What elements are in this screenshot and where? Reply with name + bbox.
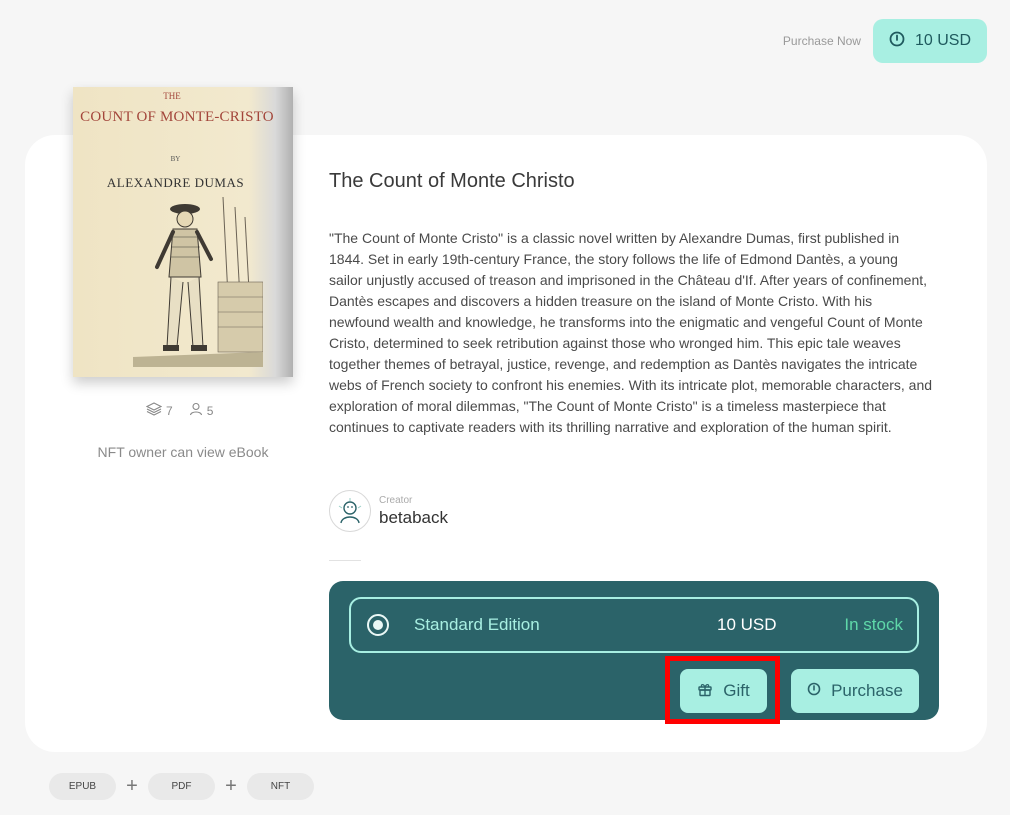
edition-radio[interactable] — [367, 614, 389, 636]
book-title: The Count of Monte Christo — [329, 170, 575, 192]
info-circle-icon — [807, 681, 821, 701]
divider — [329, 560, 361, 561]
format-chip-nft[interactable]: NFT — [247, 773, 314, 800]
gift-label: Gift — [723, 681, 750, 700]
layers-stat: 7 — [145, 402, 173, 419]
gift-icon — [697, 681, 713, 702]
book-cover: THE COUNT OF MONTE-CRISTO BY ALEXANDRE D… — [73, 87, 293, 377]
cover-the-text: THE — [163, 91, 181, 101]
creator-block[interactable]: Creator betaback — [329, 490, 448, 532]
avatar-icon — [338, 498, 362, 524]
format-chip-epub[interactable]: EPUB — [49, 773, 116, 800]
edition-stock: In stock — [844, 615, 903, 634]
layers-icon — [145, 402, 163, 419]
owners-stat: 5 — [189, 402, 214, 419]
creator-text: Creator betaback — [379, 495, 448, 528]
top-price-button[interactable]: 10 USD — [872, 19, 987, 63]
book-stats: 7 5 — [145, 402, 214, 419]
book-description: "The Count of Monte Cristo" is a classic… — [329, 230, 933, 435]
purchase-label: Purchase — [831, 681, 903, 700]
top-price-label: 10 USD — [914, 32, 971, 49]
info-circle-icon — [889, 31, 905, 52]
cover-title-text: COUNT OF MONTE-CRISTO — [80, 109, 274, 125]
creator-name[interactable]: betaback — [379, 508, 448, 528]
edition-panel: Standard Edition 10 USD In stock Gift Pu… — [329, 581, 939, 720]
purchase-button[interactable]: Purchase — [791, 669, 919, 713]
edition-name: Standard Edition — [414, 615, 540, 634]
edition-price: 10 USD — [717, 615, 777, 634]
radio-selected-dot — [373, 620, 383, 630]
purchase-now-label: Purchase Now — [782, 34, 861, 48]
creator-label: Creator — [379, 494, 413, 506]
layers-count: 7 — [166, 403, 173, 418]
plus-separator: + — [225, 775, 237, 797]
gift-button[interactable]: Gift — [680, 669, 767, 713]
format-chips: EPUB + PDF + NFT — [49, 773, 314, 800]
format-chip-pdf[interactable]: PDF — [148, 773, 215, 800]
creator-avatar[interactable] — [329, 490, 371, 532]
cover-illustration — [133, 196, 263, 367]
top-purchase-bar: Purchase Now 10 USD — [783, 19, 987, 63]
cover-by-text: BY — [170, 155, 181, 163]
user-icon — [189, 402, 203, 419]
nft-owner-note: NFT owner can view eBook — [97, 444, 269, 460]
plus-separator: + — [126, 775, 138, 797]
owners-count: 5 — [206, 403, 214, 418]
edition-option[interactable]: Standard Edition 10 USD In stock — [349, 597, 919, 653]
